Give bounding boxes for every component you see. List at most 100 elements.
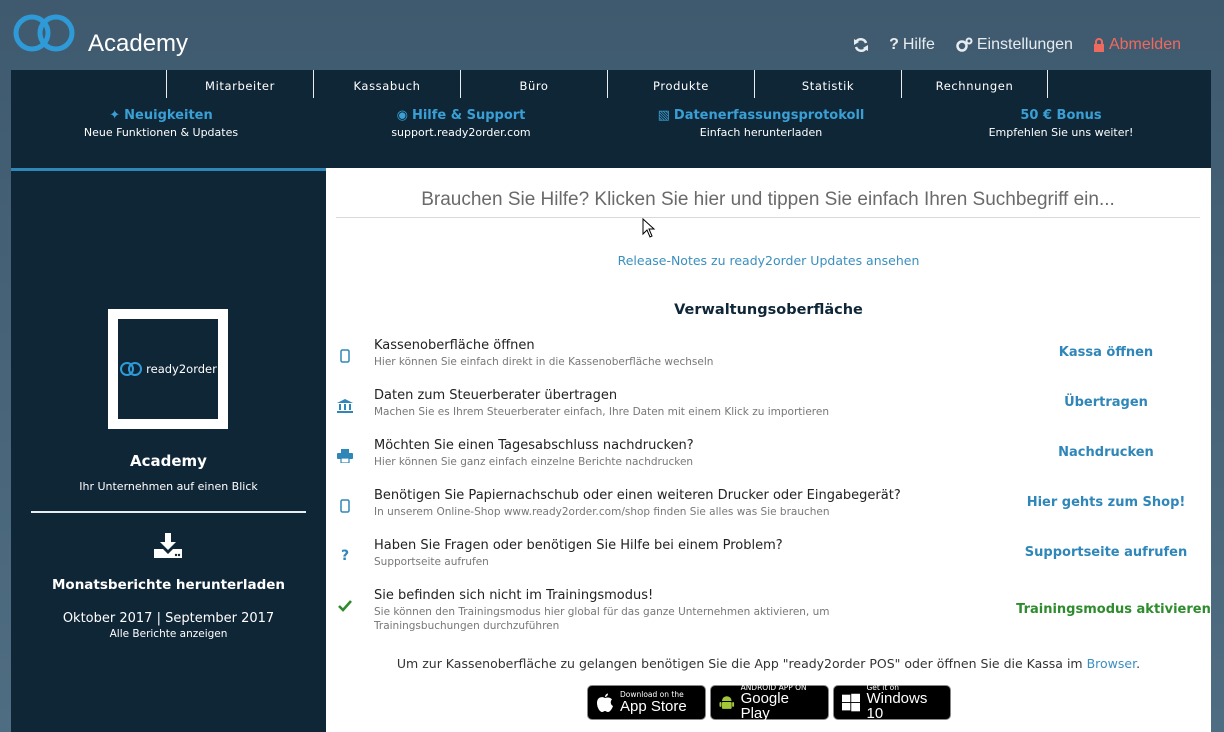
logo-icon[interactable] bbox=[13, 11, 75, 55]
shop-button[interactable]: Hier gehts zum Shop! bbox=[1001, 495, 1211, 510]
list-item-text: Sie befinden sich nicht im Trainingsmodu… bbox=[374, 588, 934, 633]
list-item-desc: Sie können den Trainingsmodus hier globa… bbox=[374, 606, 830, 632]
logout-button[interactable]: Abmelden bbox=[1093, 36, 1181, 54]
windows-icon bbox=[842, 693, 861, 711]
monthly-reports-links[interactable]: Oktober 2017 | September 2017 bbox=[11, 611, 326, 626]
release-notes-link[interactable]: Release-Notes zu ready2order Updates ans… bbox=[326, 253, 1211, 268]
promo-bonus-title: 50 € Bonus bbox=[1020, 108, 1102, 123]
list-item-title: Möchten Sie einen Tagesabschluss nachdru… bbox=[374, 438, 694, 453]
promo-protocol-subtitle: Einfach herunterladen bbox=[699, 126, 823, 139]
list-item-text: Benötigen Sie Papiernachschub oder einen… bbox=[374, 488, 934, 519]
promo-protocol-title: Datenerfassungsprotokoll bbox=[673, 108, 865, 123]
app-store-text: Download on the App Store bbox=[620, 691, 687, 714]
tablet-icon bbox=[335, 346, 355, 366]
list-item-text: Daten zum Steuerberater übertragen Mache… bbox=[374, 388, 934, 419]
list-item-desc: Machen Sie es Ihrem Steuerberater einfac… bbox=[374, 406, 829, 418]
main-nav: Mitarbeiter Kassabuch Büro Produkte Stat… bbox=[166, 70, 1048, 98]
promo-news-link[interactable]: ✦ Neuigkeiten bbox=[11, 108, 311, 123]
refresh-button[interactable] bbox=[853, 37, 869, 53]
ready2order-logo-icon bbox=[120, 362, 143, 376]
tab-rechnungen[interactable]: Rechnungen bbox=[901, 70, 1048, 98]
browser-link[interactable]: Browser bbox=[1087, 656, 1137, 671]
list-item: Möchten Sie einen Tagesabschluss nachdru… bbox=[326, 438, 1211, 482]
refresh-icon bbox=[854, 37, 869, 53]
list-item-title: Kassenoberfläche öffnen bbox=[374, 338, 535, 353]
promo-bonus-subtitle: Empfehlen Sie uns weiter! bbox=[988, 126, 1134, 139]
lock-icon bbox=[1093, 38, 1104, 52]
app-note-dot: . bbox=[1136, 656, 1141, 671]
promo-news-title: Neuigkeiten bbox=[124, 108, 213, 123]
list-item-title: Haben Sie Fragen oder benötigen Sie Hilf… bbox=[374, 538, 783, 553]
store-badges: Download on the App Store ANDROID APP ON… bbox=[587, 684, 951, 723]
brand-text: ready2order bbox=[146, 362, 217, 376]
promo-protocol-link[interactable]: ▧ Datenerfassungsprotokoll bbox=[611, 108, 911, 123]
question-icon: ? bbox=[889, 36, 899, 53]
monthly-reports-title: Monatsberichte herunterladen bbox=[51, 577, 286, 593]
tablet-icon bbox=[335, 496, 355, 516]
settings-button[interactable]: Einstellungen bbox=[955, 36, 1073, 54]
section-title: Verwaltungsoberfläche bbox=[674, 302, 863, 318]
gears-icon bbox=[956, 37, 973, 52]
logout-label: Abmelden bbox=[1108, 36, 1181, 53]
app-store-big: App Store bbox=[620, 697, 687, 715]
list-item-desc: Hier können Sie ganz einfach einzelne Be… bbox=[374, 456, 694, 468]
google-play-big: Google Play bbox=[740, 690, 789, 723]
tab-kassabuch[interactable]: Kassabuch bbox=[313, 70, 460, 98]
open-register-button[interactable]: Kassa öffnen bbox=[1001, 345, 1211, 360]
mouse-cursor-icon bbox=[642, 218, 656, 238]
tab-mitarbeiter[interactable]: Mitarbeiter bbox=[166, 70, 313, 98]
app-note: Um zur Kassenoberfläche zu gelangen benö… bbox=[326, 656, 1211, 671]
main-content: Release-Notes zu ready2order Updates ans… bbox=[326, 168, 1211, 732]
help-search-input[interactable] bbox=[336, 183, 1200, 218]
promo-protocol: ▧ Datenerfassungsprotokoll Einfach herun… bbox=[611, 108, 911, 139]
reprint-button[interactable]: Nachdrucken bbox=[1001, 445, 1211, 460]
app-store-badge[interactable]: Download on the App Store bbox=[587, 685, 706, 720]
printer-icon bbox=[335, 446, 355, 466]
windows-big: Windows 10 bbox=[866, 690, 928, 723]
apple-icon bbox=[597, 693, 613, 712]
list-item-text: Möchten Sie einen Tagesabschluss nachdru… bbox=[374, 438, 934, 469]
company-name: Academy bbox=[130, 452, 207, 470]
app-note-text: Um zur Kassenoberfläche zu gelangen benö… bbox=[396, 656, 1083, 671]
promo-bonus-link[interactable]: 50 € Bonus bbox=[911, 108, 1211, 123]
magic-wand-icon: ✦ bbox=[109, 108, 121, 123]
windows-badge[interactable]: Get it on Windows 10 bbox=[833, 684, 951, 723]
download-icon[interactable] bbox=[152, 531, 184, 561]
promo-support-subtitle: support.ready2order.com bbox=[391, 126, 531, 139]
company-logo-inner: ready2order bbox=[118, 319, 218, 419]
company-subtitle: Ihr Unternehmen auf einen Blick bbox=[79, 480, 258, 493]
list-item-title: Benötigen Sie Papiernachschub oder einen… bbox=[374, 488, 901, 503]
help-button[interactable]: ? Hilfe bbox=[889, 36, 935, 54]
all-reports-link[interactable]: Alle Berichte anzeigen bbox=[11, 628, 326, 640]
list-item: Sie befinden sich nicht im Trainingsmodu… bbox=[326, 588, 1211, 638]
tab-statistik[interactable]: Statistik bbox=[754, 70, 901, 98]
promo-support-link[interactable]: ◉ Hilfe & Support bbox=[311, 108, 611, 123]
list-item-desc: In unserem Online-Shop www.ready2order.c… bbox=[374, 506, 830, 518]
transfer-button[interactable]: Übertragen bbox=[1001, 395, 1211, 410]
android-icon bbox=[719, 695, 735, 709]
promo-support: ◉ Hilfe & Support support.ready2order.co… bbox=[311, 108, 611, 139]
promo-news-subtitle: Neue Funktionen & Updates bbox=[83, 126, 239, 139]
top-bar: Academy ? Hilfe Einstellungen Abmelden bbox=[0, 0, 1224, 70]
sidebar-divider bbox=[31, 511, 306, 513]
question-icon: ? bbox=[340, 548, 350, 564]
check-icon bbox=[335, 596, 355, 616]
tab-produkte[interactable]: Produkte bbox=[607, 70, 754, 98]
list-item: ? Haben Sie Fragen oder benötigen Sie Hi… bbox=[326, 538, 1211, 582]
globe-icon: ◉ bbox=[396, 108, 408, 123]
list-item-text: Kassenoberfläche öffnen Hier können Sie … bbox=[374, 338, 934, 369]
list-item-title: Sie befinden sich nicht im Trainingsmodu… bbox=[374, 588, 654, 603]
list-item-title: Daten zum Steuerberater übertragen bbox=[374, 388, 618, 403]
training-mode-button[interactable]: Trainingsmodus aktivieren bbox=[1016, 602, 1211, 617]
sidebar: ready2order Academy Ihr Unternehmen auf … bbox=[11, 168, 326, 732]
google-play-badge[interactable]: ANDROID APP ON Google Play bbox=[710, 684, 829, 722]
book-icon: ▧ bbox=[657, 108, 670, 123]
list-item-text: Haben Sie Fragen oder benötigen Sie Hilf… bbox=[374, 538, 934, 569]
promo-support-title: Hilfe & Support bbox=[411, 108, 526, 123]
list-item: Daten zum Steuerberater übertragen Mache… bbox=[326, 388, 1211, 432]
list-item: Benötigen Sie Papiernachschub oder einen… bbox=[326, 488, 1211, 532]
support-page-button[interactable]: Supportseite aufrufen bbox=[1001, 545, 1211, 560]
company-logo: ready2order bbox=[108, 309, 228, 429]
google-play-text: ANDROID APP ON Google Play bbox=[741, 684, 820, 722]
tab-buero[interactable]: Büro bbox=[460, 70, 607, 98]
